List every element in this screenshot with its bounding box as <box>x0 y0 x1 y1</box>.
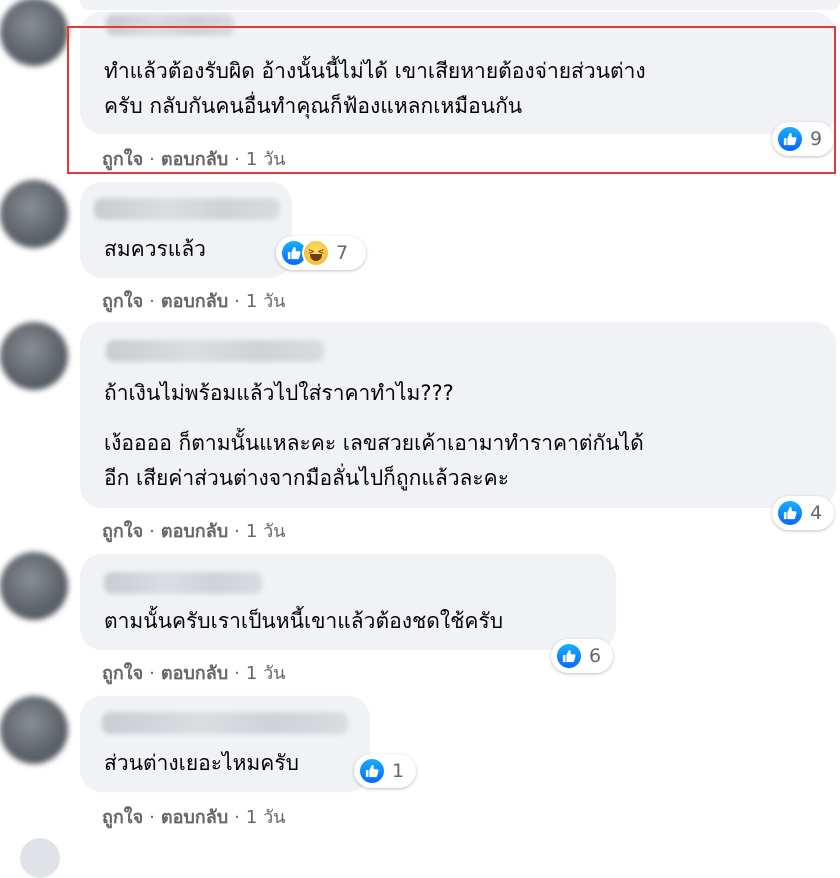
timestamp[interactable]: 1 วัน <box>246 291 286 312</box>
separator: · <box>234 521 240 542</box>
reply-link[interactable]: ตอบกลับ <box>161 807 228 828</box>
comment-line: สมควรแล้ว <box>104 237 206 261</box>
reaction-count: 7 <box>336 242 349 264</box>
commenter-name-redacted <box>106 340 324 362</box>
avatar[interactable] <box>20 838 60 878</box>
separator: · <box>149 663 155 684</box>
avatar[interactable] <box>0 322 68 390</box>
comment-line: เง้ออออ ก็ตามนั้นแหละคะ เลขสวยเค้าเอามาท… <box>104 431 644 455</box>
avatar[interactable] <box>0 696 68 764</box>
comment-bubble: สมควรแล้ว <box>80 182 292 278</box>
commenter-name-redacted <box>104 572 262 594</box>
comment-line: ส่วนต่างเยอะไหมครับ <box>104 751 299 775</box>
comment-line: ตามนั้นครับเราเป็นหนี้เขาแล้วต้องชดใช้คร… <box>104 609 504 633</box>
reaction-summary[interactable]: 6 <box>551 639 613 673</box>
comment-bubble: ตามนั้นครับเราเป็นหนี้เขาแล้วต้องชดใช้คร… <box>80 554 616 650</box>
reply-link[interactable]: ตอบกลับ <box>161 663 228 684</box>
comment-bubble: ถ้าเงินไม่พร้อมแล้วไปใส่ราคาทำไม??? เง้อ… <box>80 322 836 508</box>
separator: · <box>149 291 155 312</box>
like-link[interactable]: ถูกใจ <box>102 291 143 312</box>
highlight-box <box>67 26 836 174</box>
comment-text: เง้ออออ ก็ตามนั้นแหละคะ เลขสวยเค้าเอามาท… <box>104 426 816 496</box>
separator: · <box>149 521 155 542</box>
reaction-count: 4 <box>810 502 823 524</box>
comment-meta: ถูกใจ · ตอบกลับ · 1 วัน <box>102 658 285 687</box>
separator: · <box>234 807 240 828</box>
avatar[interactable] <box>0 0 68 66</box>
like-link[interactable]: ถูกใจ <box>102 663 143 684</box>
like-link[interactable]: ถูกใจ <box>102 807 143 828</box>
reply-link[interactable]: ตอบกลับ <box>161 521 228 542</box>
separator: · <box>234 663 240 684</box>
comment-meta: ถูกใจ · ตอบกลับ · 1 วัน <box>102 802 285 831</box>
comment-text: ตามนั้นครับเราเป็นหนี้เขาแล้วต้องชดใช้คร… <box>104 604 596 639</box>
reply-link[interactable]: ตอบกลับ <box>161 291 228 312</box>
comment-text: ส่วนต่างเยอะไหมครับ <box>104 746 350 781</box>
separator: · <box>234 291 240 312</box>
previous-comment-fragment <box>80 0 840 10</box>
comment-bubble: ส่วนต่างเยอะไหมครับ <box>80 696 370 792</box>
reaction-summary[interactable]: 4 <box>772 496 834 530</box>
comment-line: อีก เสียค่าส่วนต่างจากมือลั่นไปก็ถูกแล้ว… <box>104 466 509 490</box>
timestamp[interactable]: 1 วัน <box>246 521 286 542</box>
commenter-name-redacted <box>102 712 348 734</box>
separator: · <box>149 807 155 828</box>
commenter-name-redacted <box>94 198 280 220</box>
timestamp[interactable]: 1 วัน <box>246 807 286 828</box>
comment-line: ถ้าเงินไม่พร้อมแล้วไปใส่ราคาทำไม??? <box>104 381 454 405</box>
like-link[interactable]: ถูกใจ <box>102 521 143 542</box>
timestamp[interactable]: 1 วัน <box>246 663 286 684</box>
like-icon <box>358 757 386 785</box>
haha-icon: > < <box>302 239 330 267</box>
avatar[interactable] <box>0 180 68 248</box>
comment-text: สมควรแล้ว <box>104 232 272 267</box>
comment-meta: ถูกใจ · ตอบกลับ · 1 วัน <box>102 516 285 545</box>
comment-meta: ถูกใจ · ตอบกลับ · 1 วัน <box>102 286 285 315</box>
comment-text: ถ้าเงินไม่พร้อมแล้วไปใส่ราคาทำไม??? <box>104 376 816 411</box>
reaction-count: 1 <box>392 760 405 782</box>
reaction-summary[interactable]: > < 7 <box>276 236 366 270</box>
avatar[interactable] <box>0 552 68 620</box>
like-icon <box>776 499 804 527</box>
like-icon <box>555 642 583 670</box>
reaction-count: 6 <box>589 645 602 667</box>
reaction-summary[interactable]: 1 <box>354 754 416 788</box>
